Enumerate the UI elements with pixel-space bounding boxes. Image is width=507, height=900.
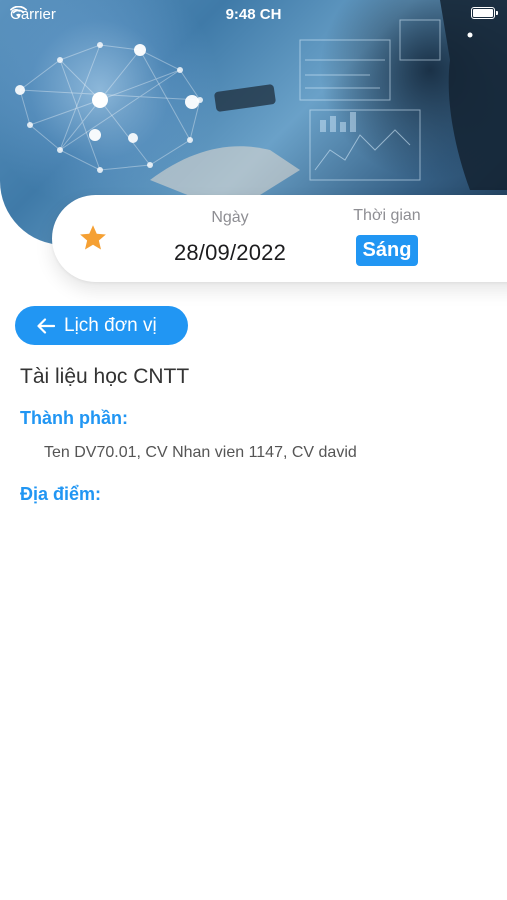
- status-time: 9:48 CH: [225, 6, 282, 23]
- date-value: 28/09/2022: [173, 240, 287, 265]
- participants-value: Ten DV70.01, CV Nhan vien 1147, CV david: [44, 444, 357, 461]
- date-column: Ngày 28/09/2022: [152, 209, 308, 266]
- star-icon[interactable]: [78, 223, 108, 253]
- time-label: Thời gian: [353, 207, 421, 224]
- back-button-label: Lịch đơn vị: [64, 314, 157, 336]
- participants-label: Thành phần:: [20, 408, 128, 428]
- time-column: Thời gian Sáng: [342, 207, 432, 266]
- schedule-info-card: Ngày 28/09/2022 Thời gian Sáng: [52, 195, 507, 282]
- location-label: Địa điểm:: [20, 484, 102, 504]
- unit-schedule-back-button[interactable]: Lịch đơn vị: [15, 306, 188, 345]
- status-bar: Carrier 9:48 CH: [0, 0, 507, 28]
- event-title: Tài liệu học CNTT: [20, 365, 190, 388]
- time-badge: Sáng: [355, 235, 419, 266]
- battery-icon: [471, 7, 498, 19]
- date-label: Ngày: [211, 209, 249, 226]
- arrow-left-icon: [37, 317, 55, 334]
